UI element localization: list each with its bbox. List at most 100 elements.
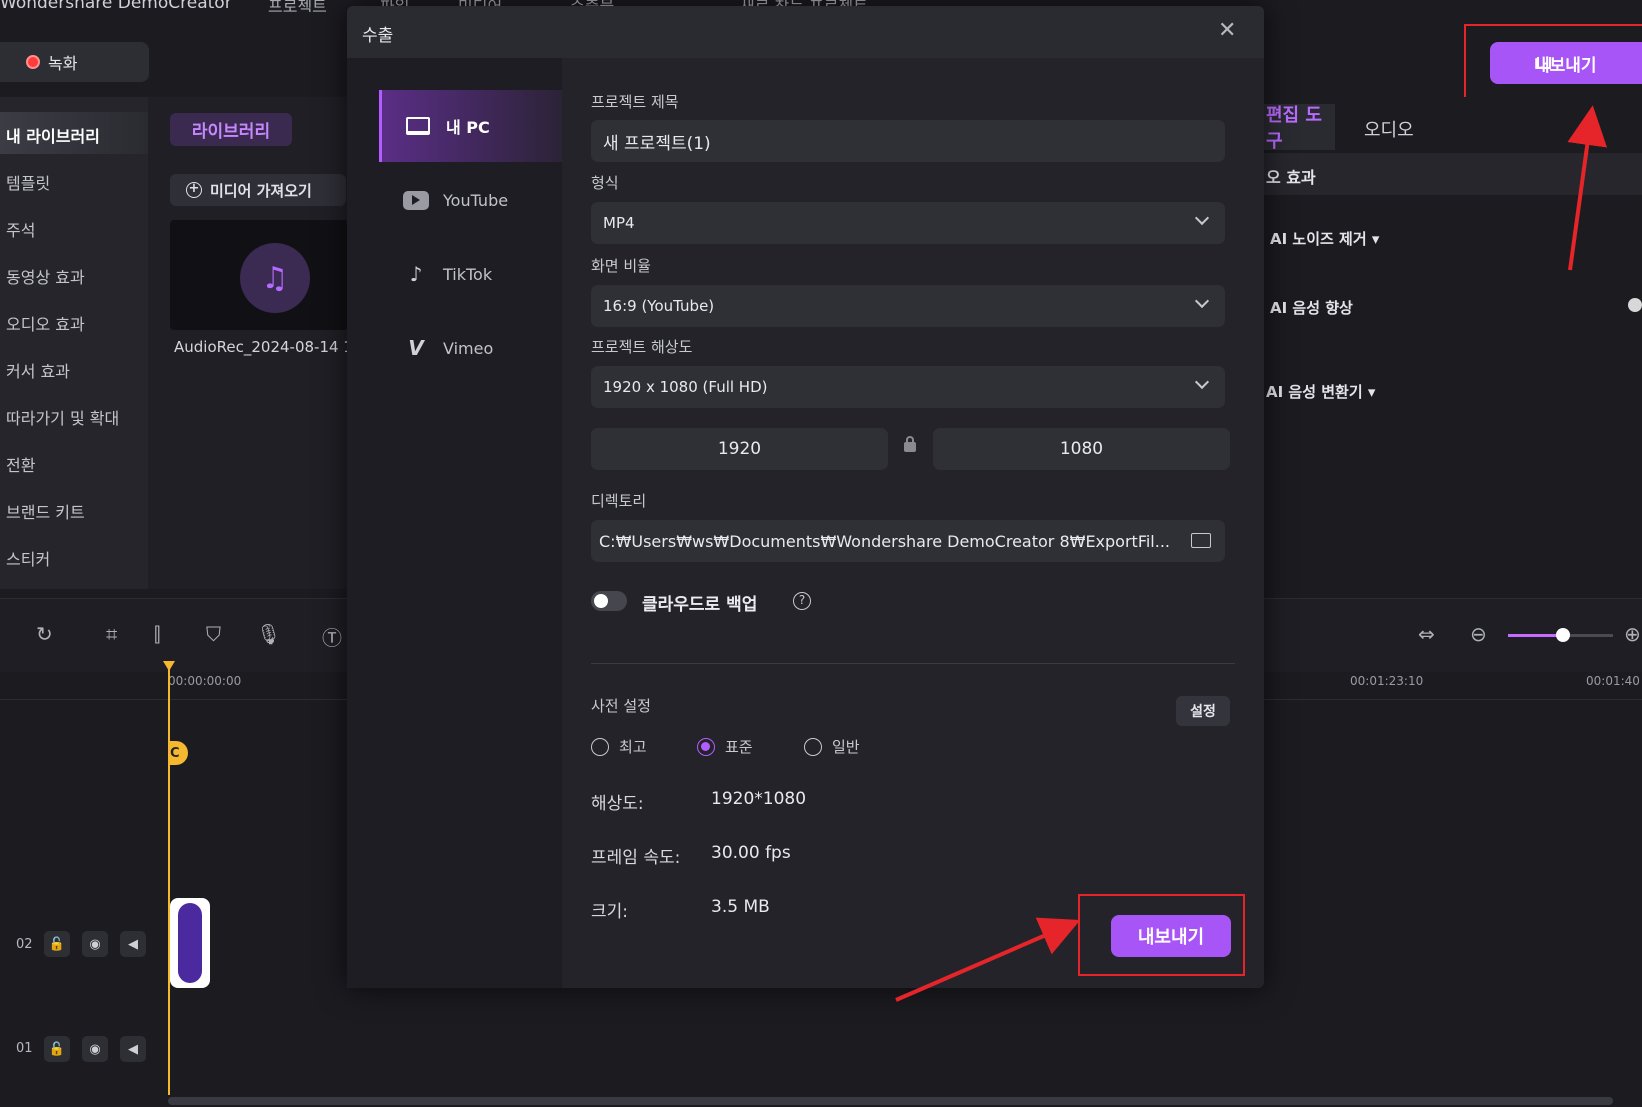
- ruler-time-mark-1: 00:01:23:10: [1350, 674, 1424, 688]
- info-resolution-value: 1920*1080: [711, 789, 807, 809]
- destination-my-pc-label: 내 PC: [446, 118, 490, 137]
- settings-button[interactable]: 설정: [1176, 696, 1230, 726]
- timeline-scrollbar[interactable]: [168, 1097, 1613, 1105]
- export-dialog-title: 수출: [362, 26, 394, 46]
- youtube-icon: [403, 190, 429, 210]
- chevron-down-icon: [1194, 210, 1210, 226]
- info-framerate-value: 30.00 fps: [711, 843, 791, 863]
- resolution-value: 1920 x 1080 (Full HD): [603, 378, 768, 396]
- sidebar-item-templates[interactable]: 템플릿: [6, 170, 50, 194]
- music-note-icon: ♫: [240, 243, 310, 313]
- info-framerate-label: 프레임 속도:: [591, 848, 681, 868]
- divider: [591, 663, 1235, 664]
- sidebar-item-cursor-effects[interactable]: 커서 효과: [6, 358, 70, 382]
- sidebar-item-brand-kit[interactable]: 브랜드 키트: [6, 499, 85, 523]
- destination-youtube[interactable]: YouTube: [379, 164, 562, 236]
- laptop-icon: [406, 117, 430, 135]
- aspect-ratio-select[interactable]: 16:9 (YouTube): [591, 285, 1225, 327]
- track-02-number: 02: [16, 937, 33, 952]
- chevron-down-icon: [1194, 374, 1210, 390]
- radio-icon: [591, 737, 609, 756]
- lock-icon[interactable]: [904, 442, 916, 452]
- info-size-value: 3.5 MB: [711, 897, 770, 917]
- redo-icon[interactable]: ↻: [36, 622, 53, 646]
- lock-icon[interactable]: 🔓: [44, 931, 70, 957]
- zoom-in-icon[interactable]: ⊕: [1624, 622, 1641, 646]
- tab-edit-tools-label: 편집 도구: [1266, 105, 1322, 152]
- project-title-label: 프로젝트 제목: [591, 93, 679, 111]
- folder-icon[interactable]: [1191, 533, 1211, 548]
- sidebar-item-video-effects[interactable]: 동영상 효과: [6, 264, 85, 288]
- import-media-button[interactable]: + 미디어 가져오기: [170, 174, 346, 206]
- radio-icon: [804, 737, 822, 756]
- info-size-label: 크기:: [591, 902, 629, 922]
- format-label: 형식: [591, 174, 619, 192]
- radio-selected-icon: [697, 737, 715, 756]
- audio-effects-header: [1264, 153, 1642, 195]
- sidebar-item-my-library-label: 내 라이브러리: [6, 127, 100, 146]
- sidebar-item-stickers[interactable]: 스티커: [6, 546, 50, 570]
- chevron-down-icon: [1194, 293, 1210, 309]
- sidebar-item-transitions[interactable]: 전환: [6, 452, 35, 476]
- cloud-backup-label: 클라우드로 백업: [642, 595, 758, 615]
- aspect-ratio-value: 16:9 (YouTube): [603, 297, 715, 315]
- sidebar-item-audio-effects[interactable]: 오디오 효과: [6, 311, 85, 335]
- format-select[interactable]: MP4: [591, 202, 1225, 244]
- help-icon[interactable]: ?: [793, 592, 811, 610]
- sidebar-item-follow-zoom[interactable]: 따라가기 및 확대: [6, 405, 119, 429]
- project-title-input[interactable]: 새 프로젝트(1): [591, 120, 1225, 162]
- tiktok-icon: ♪: [409, 262, 423, 286]
- speaker-icon[interactable]: ◀: [120, 931, 146, 957]
- microphone-icon[interactable]: 🎙: [256, 622, 281, 646]
- sidebar-item-annotations[interactable]: 주석: [6, 217, 35, 241]
- quality-option-normal[interactable]: 일반: [804, 736, 860, 757]
- highlight-box-top: [1464, 24, 1642, 107]
- close-icon[interactable]: ✕: [1218, 18, 1236, 43]
- tab-audio[interactable]: 오디오: [1364, 116, 1414, 142]
- text-icon[interactable]: Ⓣ: [322, 622, 342, 651]
- shield-icon[interactable]: ⛉: [206, 622, 221, 646]
- eye-icon[interactable]: ◉: [82, 1036, 108, 1062]
- destination-my-pc[interactable]: 내 PC: [379, 90, 562, 162]
- quality-option-best[interactable]: 최고: [591, 736, 647, 757]
- split-icon[interactable]: ⫿: [154, 622, 160, 646]
- quality-option-standard[interactable]: 표준: [697, 736, 753, 757]
- eye-icon[interactable]: ◉: [82, 931, 108, 957]
- voice-enhance-toggle[interactable]: [1628, 298, 1642, 312]
- tab-library[interactable]: 라이브러리: [170, 113, 292, 146]
- playhead[interactable]: [168, 665, 170, 1095]
- cloud-backup-toggle-knob: [594, 594, 608, 608]
- record-button[interactable]: 녹화: [0, 42, 149, 82]
- record-icon: [26, 55, 40, 69]
- destination-vimeo[interactable]: V Vimeo: [379, 312, 562, 384]
- lock-icon[interactable]: 🔓: [44, 1036, 70, 1062]
- resolution-select[interactable]: 1920 x 1080 (Full HD): [591, 366, 1225, 408]
- project-title-value: 새 프로젝트(1): [603, 133, 711, 154]
- ai-voice-changer[interactable]: AI 음성 변환기 ▾: [1266, 381, 1375, 402]
- quality-option-standard-label: 표준: [725, 738, 753, 756]
- directory-label: 디렉토리: [591, 492, 647, 510]
- destination-vimeo-label: Vimeo: [443, 338, 494, 358]
- highlight-box-export: [1078, 894, 1245, 976]
- resolution-label: 프로젝트 해상도: [591, 338, 693, 356]
- height-value: 1080: [1059, 439, 1104, 459]
- fit-icon[interactable]: ⇔: [1418, 622, 1435, 646]
- crop-icon[interactable]: ⌗: [106, 622, 117, 646]
- speaker-icon[interactable]: ◀: [120, 1036, 146, 1062]
- ai-voice-enhance[interactable]: AI 음성 향상: [1270, 297, 1353, 318]
- width-input[interactable]: 1920: [591, 428, 888, 470]
- destination-tiktok-label: TikTok: [443, 264, 493, 284]
- height-input[interactable]: 1080: [933, 428, 1230, 470]
- zoom-slider-knob[interactable]: [1556, 628, 1570, 642]
- ai-noise-removal[interactable]: AI 노이즈 제거 ▾: [1270, 228, 1379, 249]
- destination-tiktok[interactable]: ♪ TikTok: [379, 238, 562, 310]
- zoom-slider-fill: [1508, 634, 1563, 637]
- tab-edit-tools[interactable]: 편집 도구: [1262, 104, 1335, 152]
- zoom-out-icon[interactable]: ⊖: [1470, 622, 1487, 646]
- audio-waveform: [178, 903, 202, 983]
- record-label: 녹화: [48, 54, 78, 73]
- plus-circle-icon: +: [186, 182, 202, 198]
- directory-input[interactable]: C:₩Users₩ws₩Documents₩Wondershare DemoCr…: [591, 520, 1225, 562]
- ruler-time-start: 00:00:00:00: [168, 674, 242, 688]
- track-01-number: 01: [16, 1041, 33, 1056]
